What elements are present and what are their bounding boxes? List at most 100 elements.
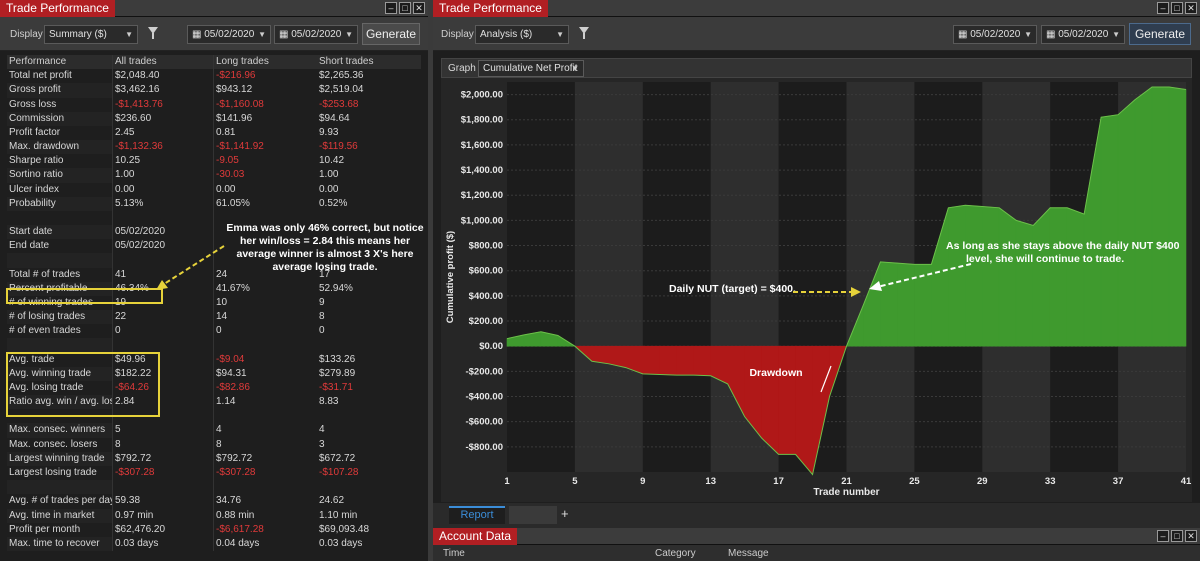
left-performance-panel: Trade Performance – □ ✕ Display Summary … xyxy=(0,0,428,561)
profit-area xyxy=(880,261,898,347)
metric-value xyxy=(317,338,421,352)
date-from-picker[interactable]: ▦ 05/02/2020 ▼ xyxy=(953,25,1037,44)
metric-value: 0.00 xyxy=(113,182,214,197)
display-select[interactable]: Analysis ($) ▼ xyxy=(475,25,569,44)
minimize-icon[interactable]: – xyxy=(385,2,397,14)
metric-value: 0.00 xyxy=(216,183,236,195)
metric-label: Total # of trades xyxy=(7,267,113,282)
metric-label: Commission xyxy=(7,111,113,126)
metric-label: Profit factor xyxy=(7,125,113,141)
drawdown-area xyxy=(642,345,661,375)
close-icon[interactable]: ✕ xyxy=(1185,2,1197,14)
x-tick-label: 29 xyxy=(977,476,988,487)
filter-icon[interactable] xyxy=(579,27,589,39)
right-performance-panel: Trade Performance – □ ✕ Display Analysis… xyxy=(433,0,1200,525)
metric-value: 2.45 xyxy=(113,125,214,141)
column-message[interactable]: Message xyxy=(728,548,769,559)
plot-band xyxy=(574,82,643,472)
table-row: Ulcer index 0.00 0.00 0.00 xyxy=(7,182,421,197)
table-row: Gross profit $3,462.16 $943.12 $2,519.04 xyxy=(7,83,421,98)
profit-area xyxy=(948,204,966,347)
chevron-down-icon: ▼ xyxy=(571,64,579,73)
left-toolbar: Display Summary ($) ▼ ▦ 05/02/2020 ▼ ▦ 05/… xyxy=(0,17,428,51)
add-tab-button[interactable]: + xyxy=(561,506,569,521)
metric-value xyxy=(113,338,214,353)
metric-value: $2,519.04 xyxy=(319,84,364,96)
maximize-icon[interactable]: □ xyxy=(1171,2,1183,14)
metric-label: End date xyxy=(7,239,113,254)
metric-value: 10.25 xyxy=(113,154,214,169)
metric-label: Start date xyxy=(7,225,113,240)
metric-label: Gross profit xyxy=(7,83,113,98)
metric-value: 61.05% xyxy=(216,197,250,209)
left-panel-title[interactable]: Trade Performance xyxy=(0,0,115,17)
metric-value: $94.64 xyxy=(319,112,350,124)
metric-value: -30.03 xyxy=(216,169,245,181)
table-row: # of losing trades 22 14 8 xyxy=(7,310,421,325)
x-tick-label: 9 xyxy=(640,476,645,487)
tab-report[interactable]: Report xyxy=(449,506,505,524)
drawdown-area xyxy=(778,345,796,455)
metric-value: 22 xyxy=(113,310,214,325)
metric-label: Avg. # of trades per day xyxy=(7,494,113,509)
metric-value: 59.38 xyxy=(113,494,214,509)
metric-value: $141.96 xyxy=(216,112,253,124)
metric-value xyxy=(317,409,421,423)
drawdown-area xyxy=(676,345,695,376)
x-tick-label: 21 xyxy=(841,476,852,487)
column-time[interactable]: Time xyxy=(443,548,465,559)
account-panel-title[interactable]: Account Data xyxy=(433,528,518,545)
metric-value: 5.13% xyxy=(113,196,214,211)
metric-label: Largest losing trade xyxy=(7,465,113,481)
metric-label: Largest winning trade xyxy=(7,451,113,466)
date-from-value: 05/02/2020 xyxy=(204,29,255,40)
metric-label: Max. time to recover xyxy=(7,536,113,552)
table-row: Max. time to recover 0.03 days 0.04 days 0.… xyxy=(7,536,421,552)
x-tick-label: 33 xyxy=(1045,476,1056,487)
bottom-tab-strip: Report + xyxy=(433,503,1200,525)
profit-area xyxy=(1066,207,1085,347)
column-category[interactable]: Category xyxy=(655,548,696,559)
filter-icon[interactable] xyxy=(148,27,158,39)
graph-type-select[interactable]: Cumulative Net Profit ▼ xyxy=(478,60,584,77)
display-select-value: Summary ($) xyxy=(49,29,107,40)
profit-area xyxy=(1100,114,1119,347)
generate-button[interactable]: Generate xyxy=(1129,23,1191,45)
date-to-picker[interactable]: ▦ 05/02/2020 ▼ xyxy=(274,25,358,44)
maximize-icon[interactable]: □ xyxy=(1171,530,1183,542)
display-select[interactable]: Summary ($) ▼ xyxy=(44,25,138,44)
chevron-down-icon: ▼ xyxy=(345,30,353,39)
tab-blank[interactable] xyxy=(509,506,557,524)
account-columns-header: Time Category Message xyxy=(433,545,1200,561)
metric-label: Max. drawdown xyxy=(7,140,113,155)
close-icon[interactable]: ✕ xyxy=(413,2,425,14)
chart-area: $2,000.00 $1,800.00 $1,600.00 $1,400.00 $1,2… xyxy=(441,78,1192,502)
y-tick-label: -$200.00 xyxy=(465,366,503,377)
minimize-icon[interactable]: – xyxy=(1157,2,1169,14)
metric-value: 1.10 min xyxy=(319,509,358,521)
x-tick-label: 37 xyxy=(1113,476,1124,487)
metric-label: Probability xyxy=(7,196,113,211)
maximize-icon[interactable]: □ xyxy=(399,2,411,14)
metric-value: $133.26 xyxy=(319,353,356,365)
column-header[interactable]: Short trades xyxy=(317,55,421,69)
minimize-icon[interactable]: – xyxy=(1157,530,1169,542)
generate-button[interactable]: Generate xyxy=(362,23,420,45)
date-from-picker[interactable]: ▦ 05/02/2020 ▼ xyxy=(187,25,271,44)
metric-value: 0 xyxy=(113,324,214,339)
display-select-value: Analysis ($) xyxy=(480,29,533,40)
date-to-picker[interactable]: ▦ 05/02/2020 ▼ xyxy=(1041,25,1125,44)
right-panel-title[interactable]: Trade Performance xyxy=(433,0,548,17)
metric-value xyxy=(113,480,214,495)
metric-value: 0.97 min xyxy=(113,508,214,523)
metric-value: 1.00 xyxy=(113,168,214,183)
column-header[interactable]: All trades xyxy=(113,55,214,70)
table-row: Profit factor 2.45 0.81 9.93 xyxy=(7,125,421,141)
close-icon[interactable]: ✕ xyxy=(1185,530,1197,542)
column-header[interactable]: Long trades xyxy=(214,55,317,69)
table-row: Gross loss -$1,413.76 -$1,160.08 -$253.68 xyxy=(7,97,421,112)
y-tick-label: $1,400.00 xyxy=(461,165,503,176)
column-header[interactable]: Performance xyxy=(7,55,113,70)
calendar-icon: ▦ xyxy=(279,29,289,40)
metric-label: Max. consec. winners xyxy=(7,423,113,438)
